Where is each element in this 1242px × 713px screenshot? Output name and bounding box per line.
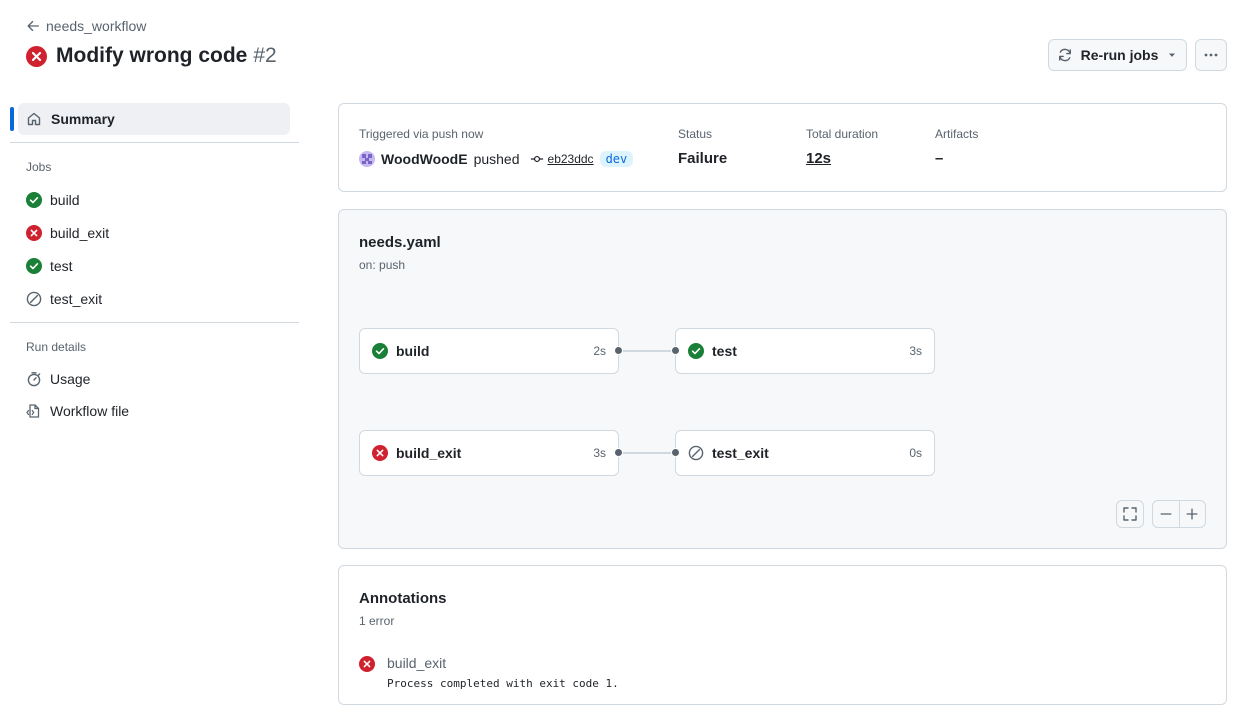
trigger-details: WoodWoodE pushed eb23ddc dev	[359, 151, 634, 167]
rerun-jobs-label: Re-run jobs	[1080, 47, 1159, 63]
sidebar-item-workflow-file[interactable]: Workflow file	[26, 401, 129, 421]
skip-icon	[688, 445, 704, 461]
zoom-out-button[interactable]	[1153, 501, 1180, 527]
sidebar-job-build-exit[interactable]: build_exit	[26, 223, 109, 243]
sidebar-item-summary[interactable]: Summary	[18, 103, 290, 135]
check-circle-fill-icon	[26, 258, 42, 274]
x-circle-fill-icon	[26, 45, 47, 67]
workflow-trigger: on: push	[359, 258, 406, 272]
check-circle-fill-icon	[688, 343, 704, 359]
sidebar-job-test-exit[interactable]: test_exit	[26, 289, 102, 309]
job-node-duration: 0s	[909, 446, 922, 460]
sidebar-item-summary-label: Summary	[51, 111, 115, 127]
sidebar-divider	[10, 322, 299, 323]
status-label: Status	[678, 127, 713, 141]
duration-label: Total duration	[806, 127, 879, 141]
run-number: #2	[253, 44, 277, 67]
run-summary-card: Triggered via push now WoodWoodE pushed …	[338, 103, 1227, 192]
kebab-horizontal-icon	[1204, 53, 1218, 57]
job-node-duration: 3s	[909, 344, 922, 358]
job-node-duration: 2s	[593, 344, 606, 358]
back-link[interactable]: needs_workflow	[26, 17, 146, 35]
git-commit-icon	[530, 155, 543, 163]
zoom-in-button[interactable]	[1180, 501, 1206, 527]
job-node-test[interactable]: test 3s	[675, 328, 935, 374]
commit-link[interactable]: eb23ddc	[530, 152, 594, 166]
job-node-name: build	[396, 343, 430, 359]
home-icon	[27, 112, 41, 126]
job-node-name: test_exit	[712, 445, 769, 461]
sidebar-job-label: build	[50, 192, 80, 208]
sidebar-job-label: test_exit	[50, 291, 103, 307]
artifacts-label: Artifacts	[935, 127, 979, 141]
jobs-heading: Jobs	[26, 160, 52, 174]
arrow-left-icon	[27, 20, 39, 32]
commit-sha: eb23ddc	[547, 152, 594, 166]
page-title-text: Modify wrong code	[56, 44, 248, 67]
plus-icon	[1186, 508, 1198, 520]
workflow-file-name: needs.yaml	[359, 234, 441, 251]
annotations-card: Annotations 1 error build_exit Process c…	[338, 565, 1227, 705]
job-connector	[620, 350, 676, 352]
page-title: Modify wrong code #2	[56, 44, 277, 68]
sync-icon	[1058, 48, 1071, 62]
avatar[interactable]	[359, 151, 375, 167]
sidebar-item-usage-label: Usage	[50, 371, 91, 387]
sidebar-item-usage[interactable]: Usage	[26, 369, 90, 389]
annotation-message: Process completed with exit code 1.	[387, 677, 619, 690]
run-details-heading: Run details	[26, 340, 87, 354]
sidebar-job-label: test	[50, 258, 73, 274]
page-title-row: Modify wrong code #2	[26, 42, 277, 70]
screen-full-icon	[1123, 507, 1137, 521]
artifacts-value: –	[935, 150, 944, 167]
job-node-port	[614, 448, 623, 457]
workflow-graph-card: needs.yaml on: push build 2s test 3s bui…	[338, 209, 1227, 549]
branch-badge[interactable]: dev	[599, 151, 634, 167]
job-node-port	[614, 346, 623, 355]
job-node-duration: 3s	[593, 446, 606, 460]
skip-icon	[26, 291, 42, 307]
x-circle-fill-icon	[372, 445, 388, 461]
duration-value[interactable]: 12s	[806, 150, 831, 167]
job-node-name: test	[712, 343, 737, 359]
trigger-label: Triggered via push now	[359, 127, 484, 141]
job-node-build[interactable]: build 2s	[359, 328, 619, 374]
rerun-jobs-button[interactable]: Re-run jobs	[1048, 39, 1187, 71]
job-connector	[620, 452, 676, 454]
job-node-test-exit[interactable]: test_exit 0s	[675, 430, 935, 476]
job-node-port	[671, 448, 680, 457]
stopwatch-icon	[27, 372, 41, 387]
sidebar-item-workflow-file-label: Workflow file	[50, 403, 130, 419]
x-circle-fill-icon	[359, 656, 375, 672]
more-options-button[interactable]	[1195, 39, 1227, 71]
job-node-build-exit[interactable]: build_exit 3s	[359, 430, 619, 476]
minus-icon	[1160, 513, 1172, 515]
job-node-port	[671, 346, 680, 355]
status-value: Failure	[678, 150, 728, 167]
zoom-controls	[1152, 500, 1206, 528]
actor-link[interactable]: WoodWoodE	[381, 151, 468, 167]
trigger-action: pushed	[473, 151, 520, 167]
check-circle-fill-icon	[26, 192, 42, 208]
file-code-icon	[26, 404, 40, 418]
annotations-title: Annotations	[359, 590, 447, 607]
sidebar-job-test[interactable]: test	[26, 256, 73, 276]
check-circle-fill-icon	[372, 343, 388, 359]
annotation-job-link[interactable]: build_exit	[387, 655, 446, 671]
sidebar-divider	[10, 142, 299, 143]
fullscreen-button[interactable]	[1116, 500, 1144, 528]
sidebar-job-label: build_exit	[50, 225, 110, 241]
job-node-name: build_exit	[396, 445, 462, 461]
active-nav-indicator	[10, 107, 14, 131]
triangle-down-icon	[1169, 53, 1176, 57]
sidebar-job-build[interactable]: build	[26, 190, 80, 210]
identicon-icon	[362, 154, 372, 164]
annotations-count: 1 error	[359, 614, 395, 628]
x-circle-fill-icon	[26, 225, 42, 241]
back-link-label: needs_workflow	[46, 18, 147, 34]
